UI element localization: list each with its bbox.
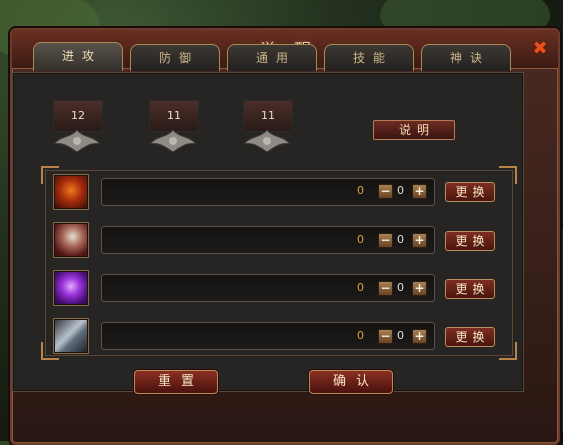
minus-button[interactable]: − [378, 329, 393, 344]
rune-count: 0 [397, 184, 404, 197]
reset-button[interactable]: 重置 [134, 370, 218, 394]
fire-warrior-icon[interactable] [53, 174, 89, 210]
plus-button[interactable]: + [412, 233, 427, 248]
minus-button[interactable]: − [378, 184, 393, 199]
change-button[interactable]: 更换 [445, 279, 495, 299]
plus-button[interactable]: + [412, 329, 427, 344]
tab-general[interactable]: 通用 [227, 44, 317, 71]
plus-button[interactable]: + [412, 281, 427, 296]
frame-corner [499, 342, 517, 360]
change-button[interactable]: 更换 [445, 231, 495, 251]
rune-count: 0 [397, 329, 404, 342]
tab-attack[interactable]: 进攻 [33, 42, 123, 71]
rune-count: 0 [397, 233, 404, 246]
purple-magic-icon[interactable] [53, 270, 89, 306]
skull-mask-icon[interactable] [53, 222, 89, 258]
tab-defense[interactable]: 防御 [130, 44, 220, 71]
confirm-button[interactable]: 确认 [309, 370, 393, 394]
minus-button[interactable]: − [378, 233, 393, 248]
frame-corner [499, 166, 517, 184]
tab-skills[interactable]: 技能 [324, 44, 414, 71]
close-icon[interactable]: ✖ [530, 40, 550, 58]
tab-divine[interactable]: 神诀 [421, 44, 511, 71]
minus-button[interactable]: − [378, 281, 393, 296]
change-button[interactable]: 更换 [445, 327, 495, 347]
explain-button[interactable]: 说明 [373, 120, 455, 140]
change-button[interactable]: 更换 [445, 182, 495, 202]
blade-icon[interactable] [53, 318, 89, 354]
rune-value: 0 [357, 281, 364, 294]
ornament-icon [242, 129, 292, 153]
rune-count: 0 [397, 281, 404, 294]
rune-value: 0 [357, 233, 364, 246]
ornament-icon [148, 129, 198, 153]
ornament-icon [52, 129, 102, 153]
plus-button[interactable]: + [412, 184, 427, 199]
rune-value: 0 [357, 329, 364, 342]
rune-value: 0 [357, 184, 364, 197]
